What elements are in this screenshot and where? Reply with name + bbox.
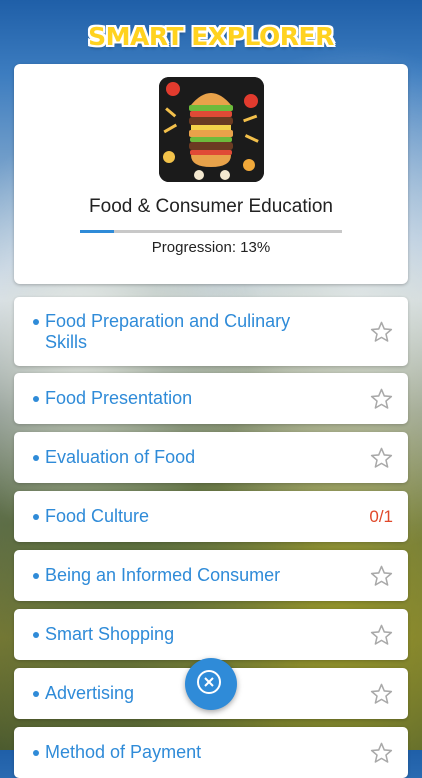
topic-label: Being an Informed Consumer: [45, 565, 281, 585]
progress-bar-fill: [80, 230, 115, 233]
star-icon[interactable]: [370, 321, 393, 343]
bullet-icon: [33, 573, 39, 579]
close-button[interactable]: [185, 658, 237, 710]
bullet-icon: [33, 514, 39, 520]
star-icon[interactable]: [370, 447, 393, 469]
star-icon[interactable]: [370, 624, 393, 646]
topic-label: Food Presentation: [45, 388, 193, 408]
topic-label: Food Preparation and Culinary Skills: [45, 311, 291, 352]
star-icon[interactable]: [370, 683, 393, 705]
progress-text: Progression: 13%: [151, 239, 271, 256]
topic-item[interactable]: Being an Informed Consumer: [14, 550, 408, 601]
topic-item[interactable]: Smart Shopping: [14, 609, 408, 660]
topic-item[interactable]: Method of Payment: [14, 727, 408, 778]
course-header-card: Food & Consumer Education Progression: 1…: [14, 64, 408, 284]
bullet-icon: [33, 632, 39, 638]
topic-label: Smart Shopping: [45, 624, 175, 644]
topic-label: Evaluation of Food: [45, 447, 196, 467]
star-icon[interactable]: [370, 388, 393, 410]
topic-item[interactable]: Food Culture 0/1: [14, 491, 408, 542]
star-icon[interactable]: [370, 742, 393, 764]
close-icon: [197, 670, 221, 694]
course-title: Food & Consumer Education: [89, 196, 333, 217]
bullet-icon: [33, 750, 39, 756]
topic-label: Method of Payment: [45, 742, 202, 762]
topic-item[interactable]: Evaluation of Food: [14, 432, 408, 483]
bullet-icon: [33, 691, 39, 697]
bullet-icon: [33, 455, 39, 461]
progress-bar: [80, 230, 342, 233]
app-logo: SMART EXPLORER: [88, 22, 334, 51]
topic-item[interactable]: Food Preparation and Culinary Skills: [14, 297, 408, 366]
star-icon[interactable]: [370, 565, 393, 587]
bullet-icon: [33, 396, 39, 402]
bullet-icon: [33, 319, 39, 325]
topic-item[interactable]: Food Presentation: [14, 373, 408, 424]
burger-icon: [159, 77, 264, 182]
topic-score: 0/1: [369, 507, 393, 526]
topic-label: Food Culture: [45, 506, 150, 526]
